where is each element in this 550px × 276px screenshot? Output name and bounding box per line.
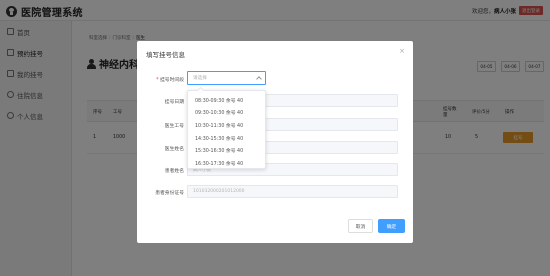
- close-icon[interactable]: ×: [399, 47, 405, 55]
- time-slot-option[interactable]: 14:30-15:30 余号 40: [188, 132, 265, 145]
- time-slot-option[interactable]: 09:30-10:30 余号 40: [188, 107, 265, 120]
- time-slot-option[interactable]: 10:30-11:30 余号 40: [188, 119, 265, 132]
- time-slot-label: * 挂号时间段: [156, 78, 184, 83]
- time-slot-select[interactable]: 请选择: [187, 71, 266, 85]
- patient-card-value: 101032000201012000: [193, 189, 245, 194]
- dialog-title: 填写挂号信息: [146, 51, 185, 59]
- patient-card-field: 101032000201012000: [187, 185, 398, 198]
- time-slot-option[interactable]: 08:30-09:30 余号 40: [188, 94, 265, 107]
- time-slot-option[interactable]: 15:30-16:30 余号 40: [188, 144, 265, 157]
- date-label: 挂号日期: [164, 100, 184, 105]
- doctor-name-label: 医生姓名: [164, 147, 184, 152]
- registration-dialog: 填写挂号信息 × * 挂号时间段 请选择 挂号日期 医生工号 医生姓名 患者姓名…: [137, 41, 413, 243]
- doctor-id-label: 医生工号: [164, 124, 184, 129]
- cancel-button[interactable]: 取消: [348, 219, 373, 233]
- time-slot-option[interactable]: 16:30-17:30 余号 40: [188, 157, 265, 170]
- chevron-up-icon: [256, 76, 262, 82]
- patient-card-label: 患者身份证号: [155, 191, 184, 196]
- patient-name-label: 患者姓名: [164, 169, 184, 174]
- time-slot-dropdown: 08:30-09:30 余号 40 09:30-10:30 余号 40 10:3…: [187, 90, 266, 169]
- time-slot-placeholder: 请选择: [193, 76, 207, 81]
- confirm-button[interactable]: 确定: [378, 219, 405, 233]
